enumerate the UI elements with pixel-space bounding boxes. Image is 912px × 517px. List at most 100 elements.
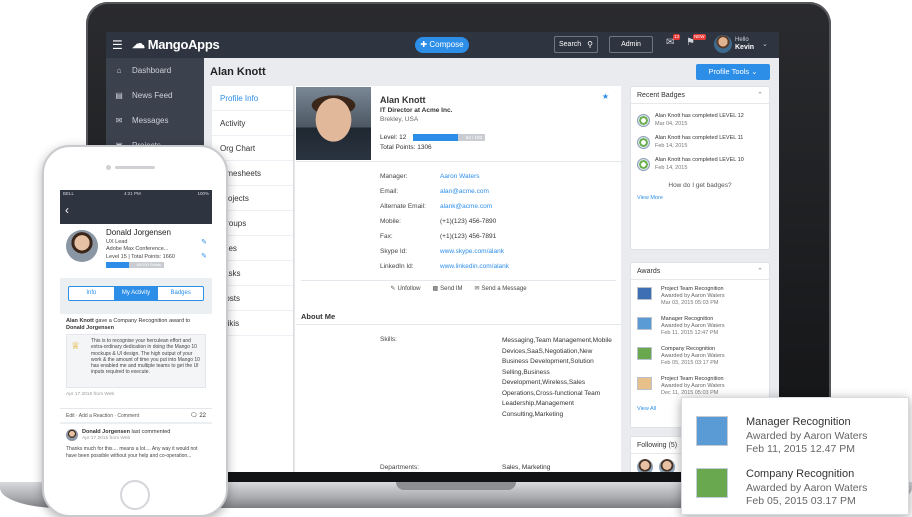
award-date: Feb 05, 2015 03:17 PM [661,360,719,366]
carrier: BELL [63,191,75,196]
award-by: Awarded by Aaron Waters [661,323,725,329]
manager-recognition-icon [696,416,728,446]
comment-action: last commented [129,429,171,435]
field-row-manager: Manager: Aaron Waters [380,169,615,184]
favorite-star-icon[interactable]: ★ [602,92,609,101]
awards-callout-card: Manager Recognition Awarded by Aaron Wat… [681,397,909,515]
award-item[interactable]: Project Team Recognition Awarded by Aaron… [631,280,769,310]
award-item[interactable]: Manager Recognition Awarded by Aaron Wate… [631,310,769,340]
edit-pencil-icon[interactable]: ✎ [201,252,207,260]
skype-link[interactable]: www.skype.com/alank [440,244,504,259]
tab-my-activity[interactable]: My Activity [113,287,159,300]
feed-target[interactable]: Donald Jorgensen [66,325,114,331]
how-to-get-badges[interactable]: How do I get badges? [631,182,769,189]
admin-button[interactable]: Admin [609,36,653,53]
badge-item[interactable]: Alan Knott has completed LEVEL 10 Feb 14,… [631,154,769,176]
phone-progress-bar: 40/100 Points [106,262,164,268]
field-row-email: Email: alan@acme.com [380,184,615,199]
notifications-bell-icon[interactable]: ⚑ NEW [686,34,706,48]
profile-tools-button[interactable]: Profile Tools ⌄ [696,64,770,80]
back-chevron-icon[interactable]: ‹ [65,204,69,216]
badge-date: Mar 04, 2015 [655,121,688,127]
sidebar-item-news-feed[interactable]: ▤ News Feed [106,83,204,108]
linkedin-link[interactable]: www.linkedin.com/alank [440,259,509,274]
compose-button[interactable]: ✚ Compose [415,37,469,53]
send-message-button[interactable]: ✉ Send a Message [475,281,527,297]
callout-award-item[interactable]: Company Recognition Awarded by Aaron Wat… [682,456,910,508]
award-title: Project Team Recognition [661,376,724,382]
badge-text: Alan Knott has completed LEVEL 12 [655,113,744,119]
feed-actor[interactable]: Alan Knott [66,318,94,324]
feed-headline: Alan Knott gave a Company Recognition aw… [66,318,206,332]
divider [296,161,621,162]
sidebar-item-label: Messages [132,116,169,125]
badge-item[interactable]: Alan Knott has completed LEVEL 12 Mar 04,… [631,110,769,132]
award-item[interactable]: Company Recognition Awarded by Aaron Wate… [631,340,769,370]
departments-label: Departments: [380,464,420,471]
award-date: Feb 11, 2015 12:47 PM [661,330,719,336]
sidebar-item-messages[interactable]: ✉ Messages [106,108,204,133]
edit-pencil-icon[interactable]: ✎ [201,238,207,246]
phone-profile-role: UX Lead [106,239,128,245]
award-item[interactable]: Project Team Recognition Awarded by Aaron… [631,370,769,400]
profile-tools-label: Profile Tools [708,67,750,76]
badge-item[interactable]: Alan Knott has completed LEVEL 11 Feb 14,… [631,132,769,154]
comment-count[interactable]: 🗨 22 [190,409,206,423]
skills-label: Skills: [380,336,397,343]
chevron-up-icon[interactable]: ⌃ [757,263,763,280]
avatar[interactable] [659,459,675,472]
feed-action: gave a Company Recognition award to [93,318,191,324]
page-title: Alan Knott [210,66,266,78]
hamburger-menu-icon[interactable]: ☰ [112,39,123,51]
user-avatar[interactable] [714,35,732,53]
plus-icon: ✚ [420,40,430,49]
sidebar-item-dashboard[interactable]: ⌂ Dashboard [106,58,204,83]
crown-award-icon: ♕ [71,341,80,352]
compose-label: Compose [429,40,464,49]
laptop-notch [396,482,516,490]
email-link[interactable]: alan@acme.com [440,184,489,199]
award-by: Awarded by Aaron Waters [661,353,725,359]
unfollow-button[interactable]: ✎ Unfollow [390,281,420,297]
user-greeting[interactable]: Hello Kevin [735,36,754,52]
field-row-alt-email: Alternate Email: alank@acme.com [380,199,615,214]
avatar[interactable] [637,459,653,472]
mail-icon: ✉ [115,116,123,125]
award-date: Feb 11, 2015 12.47 PM [746,443,855,455]
send-im-button[interactable]: ▩ Send IM [432,281,462,297]
feed-actions[interactable]: Edit · Add a Reaction · Comment 🗨 22 [60,408,212,422]
phone-profile-card: Donald Jorgensen UX Lead Adobe Max Confe… [60,224,212,278]
level-badge-icon [637,114,650,127]
profile-fields: Manager: Aaron Waters Email: alan@acme.com… [380,169,615,274]
feed-actions-label[interactable]: Edit · Add a Reaction · Comment [66,413,139,419]
panel-title: Awards [637,268,661,275]
chevron-up-icon[interactable]: ⌃ [757,87,763,104]
award-icon [637,317,652,330]
phone-level-line: Level 15 | Total Points: 1660 [106,254,175,260]
comment-author[interactable]: Donald Jorgensen [82,429,130,435]
tab-info[interactable]: Info [69,287,114,300]
profile-actions: ✎ Unfollow ▩ Send IM ✉ Send a Message [301,280,616,297]
alt-email-link[interactable]: alank@acme.com [440,199,492,214]
messages-icon[interactable]: ✉ 13 [666,34,681,48]
level-progress-fill [413,134,458,141]
app-logo[interactable]: ☁ MangoApps [132,36,220,52]
view-more-link[interactable]: View More [631,195,769,207]
tab-badges[interactable]: Badges [158,287,203,300]
callout-award-item[interactable]: Manager Recognition Awarded by Aaron Wat… [682,404,910,456]
search-button[interactable]: Search ⚲ [554,36,598,53]
award-icon [637,377,652,390]
recent-badges-panel: Recent Badges ⌃ Alan Knott has completed … [630,86,770,250]
app-name: MangoApps [147,36,220,52]
field-row-skype: Skype Id: www.skype.com/alank [380,244,615,259]
subnav-profile-info[interactable]: Profile Info [212,86,293,111]
subnav-activity[interactable]: Activity [212,111,293,136]
award-title: Project Team Recognition [661,286,724,292]
manager-link[interactable]: Aaron Waters [440,169,480,184]
chevron-down-icon[interactable]: ⌄ [762,40,768,48]
home-button[interactable] [120,480,150,510]
comment-body: Thanks much for this.... means a lot....… [66,446,198,459]
subnav-org-chart[interactable]: Org Chart [212,136,293,161]
phone-tabs: Info My Activity Badges [68,286,204,301]
award-by: Awarded by Aaron Waters [661,293,725,299]
